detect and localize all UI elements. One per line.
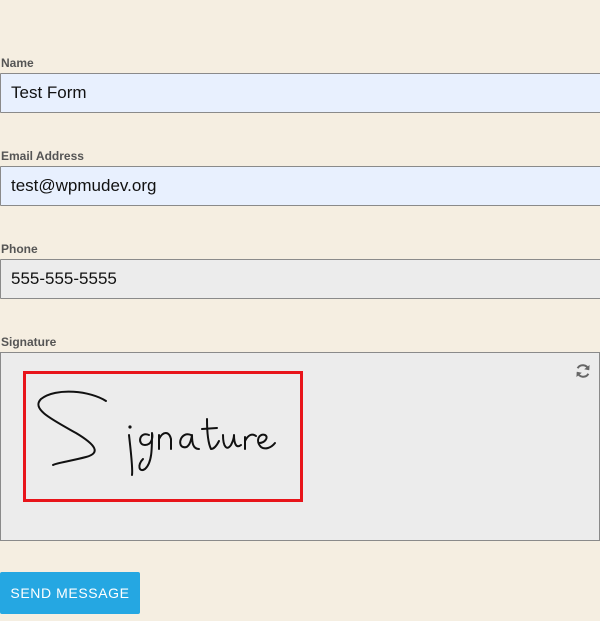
email-field[interactable]: [0, 166, 600, 206]
phone-label: Phone: [1, 242, 38, 256]
send-message-button[interactable]: SEND MESSAGE: [0, 572, 140, 614]
signature-pad[interactable]: [0, 352, 600, 541]
name-field[interactable]: [0, 73, 600, 113]
name-label: Name: [1, 56, 34, 70]
phone-field[interactable]: [0, 259, 600, 299]
refresh-icon[interactable]: [575, 363, 591, 379]
signature-label: Signature: [1, 335, 57, 349]
signature-drawing: [37, 390, 276, 476]
email-label: Email Address: [1, 149, 84, 163]
